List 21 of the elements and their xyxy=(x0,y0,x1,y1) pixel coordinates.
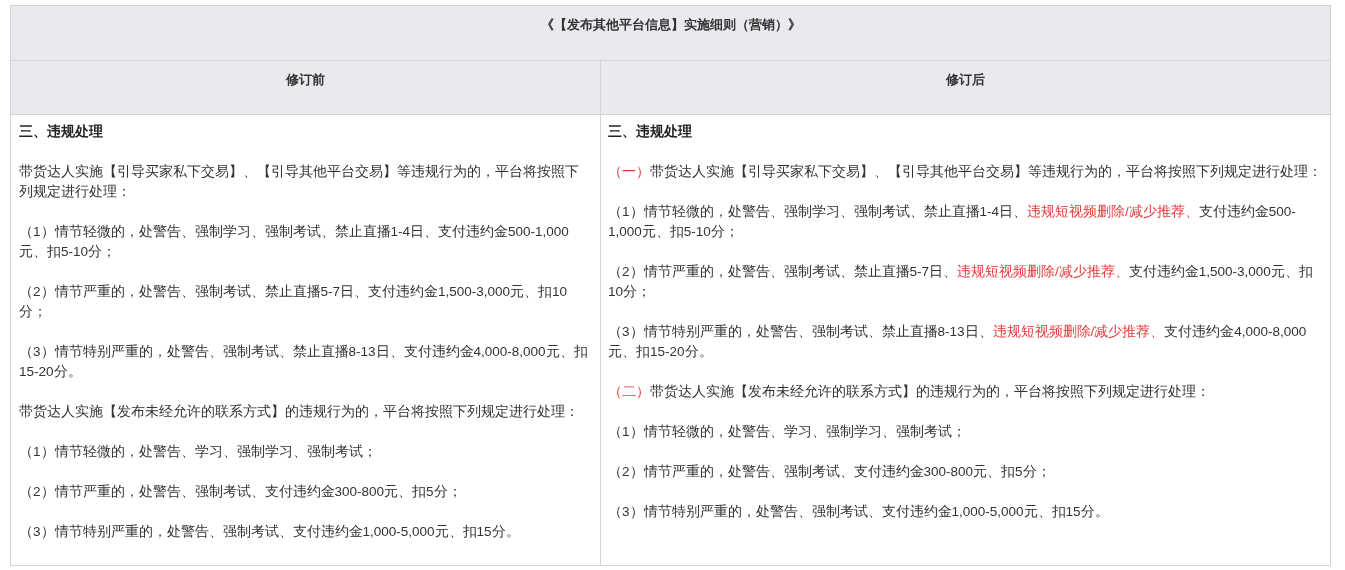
rule-paragraph: 带货达人实施【引导买家私下交易】、【引导其他平台交易】等违规行为的，平台将按照下列规定进行处理： xyxy=(19,163,580,201)
rule-paragraph: （1）情节轻微的，处警告、学习、强制学习、强制考试； xyxy=(608,423,967,441)
section-heading: 三、违规处理 xyxy=(19,123,104,141)
rule-paragraph: （3）情节特别严重的，处警告、强制考试、支付违约金1,000-5,000元、扣15分。 xyxy=(19,523,521,541)
rule-paragraph: 带货达人实施【发布未经允许的联系方式】的违规行为的，平台将按照下列规定进行处理： xyxy=(19,403,580,421)
rule-paragraph: （1）情节轻微的，处警告、学习、强制学习、强制考试； xyxy=(19,443,378,461)
rule-paragraph: （2）情节严重的，处警告、强制考试、支付违约金300-800元、扣5分； xyxy=(19,483,463,501)
rule-paragraph: （一）带货达人实施【引导买家私下交易】、【引导其他平台交易】等违规行为的，平台将按照下列规定进行处理： xyxy=(608,163,1323,181)
rule-paragraph: （1）情节轻微的，处警告、强制学习、强制考试、禁止直播1-4日、支付违约金500-1,000元、扣5-10分； xyxy=(19,223,570,261)
column-header: 修订后 xyxy=(946,71,985,89)
rule-paragraph: （3）情节特别严重的，处警告、强制考试、支付违约金1,000-5,000元、扣15分。 xyxy=(608,503,1110,521)
table-title: 《【发布其他平台信息】实施细则（营销）》 xyxy=(540,16,801,34)
rule-paragraph: （二）带货达人实施【发布未经允许的联系方式】的违规行为的，平台将按照下列规定进行处理： xyxy=(608,383,1211,401)
rule-paragraph: （3）情节特别严重的，处警告、强制考试、禁止直播8-13日、违规短视频删除/减少推荐、支付违约金4,000-8,000元、扣15-20分。 xyxy=(608,323,1308,361)
section-heading: 三、违规处理 xyxy=(608,123,693,141)
rule-paragraph: （2）情节严重的，处警告、强制考试、支付违约金300-800元、扣5分； xyxy=(608,463,1052,481)
rule-paragraph: （2）情节严重的，处警告、强制考试、禁止直播5-7日、支付违约金1,500-3,000元、扣10分； xyxy=(19,283,569,321)
rule-paragraph: （1）情节轻微的，处警告、强制学习、强制考试、禁止直播1-4日、违规短视频删除/减少推荐、支付违约金500-1,000元、扣5-10分； xyxy=(608,203,1297,241)
column-header: 修订前 xyxy=(286,71,325,89)
rule-paragraph: （2）情节严重的，处警告、强制考试、禁止直播5-7日、违规短视频删除/减少推荐、支付违约金1,500-3,000元、扣10分； xyxy=(608,263,1314,301)
rule-paragraph: （3）情节特别严重的，处警告、强制考试、禁止直播8-13日、支付违约金4,000-8,000元、扣15-20分。 xyxy=(19,343,589,381)
